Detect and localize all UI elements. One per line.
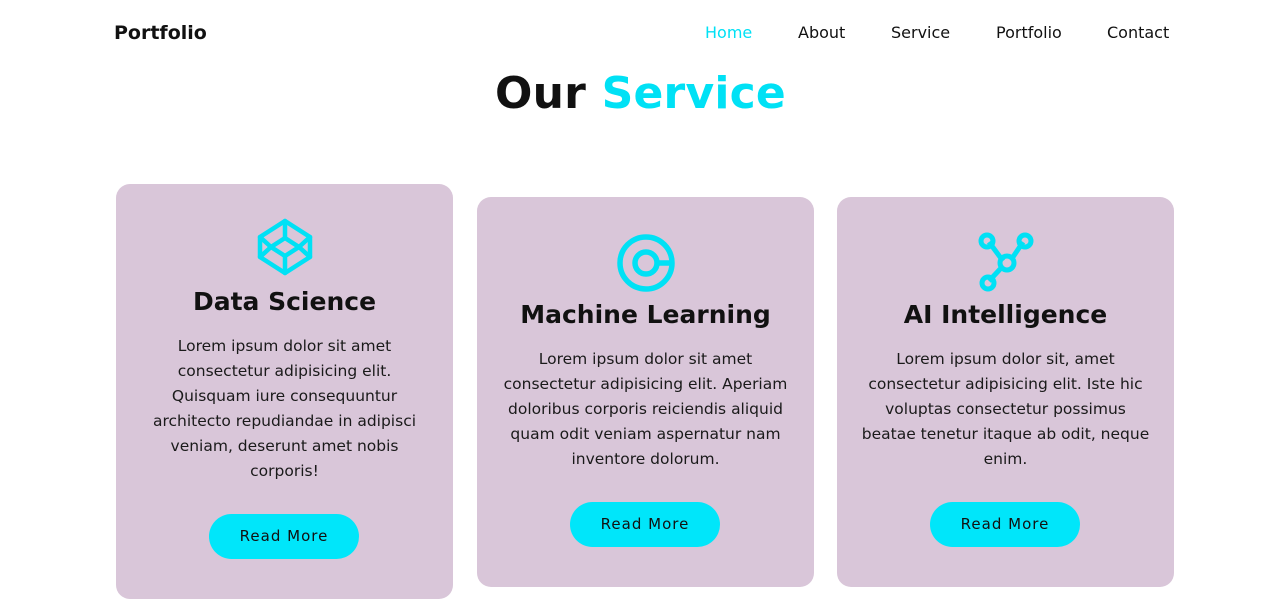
- section-title-accent: Service: [601, 68, 786, 119]
- card-title: AI Intelligence: [903, 300, 1108, 329]
- service-card-machine-learning: Machine Learning Lorem ipsum dolor sit a…: [477, 197, 814, 587]
- codepen-cube-icon: [254, 216, 316, 278]
- nav-link-service[interactable]: Service: [891, 23, 950, 42]
- nav-link-home[interactable]: Home: [705, 23, 752, 42]
- navbar: Portfolio Home About Service Portfolio C…: [0, 0, 1281, 68]
- section-title: Our Service: [0, 68, 1281, 119]
- read-more-button[interactable]: Read More: [209, 514, 359, 559]
- service-card-ai-intelligence: AI Intelligence Lorem ipsum dolor sit, a…: [837, 197, 1174, 587]
- nav-link-portfolio[interactable]: Portfolio: [996, 23, 1062, 42]
- donut-chart-icon: [615, 232, 677, 294]
- site-logo[interactable]: Portfolio: [114, 22, 207, 44]
- card-description: Lorem ipsum dolor sit, amet consectetur …: [861, 350, 1150, 468]
- service-card-data-science: Data Science Lorem ipsum dolor sit amet …: [116, 184, 453, 599]
- card-description: Lorem ipsum dolor sit amet consectetur a…: [503, 350, 788, 468]
- section-title-main: Our: [495, 68, 587, 119]
- card-title: Data Science: [192, 287, 377, 316]
- nav-link-about[interactable]: About: [798, 23, 845, 42]
- read-more-button[interactable]: Read More: [930, 502, 1080, 547]
- read-more-button[interactable]: Read More: [570, 502, 720, 547]
- nav-link-contact[interactable]: Contact: [1107, 23, 1169, 42]
- network-nodes-icon: [975, 231, 1037, 293]
- card-title: Machine Learning: [520, 300, 771, 329]
- card-description: Lorem ipsum dolor sit amet consectetur a…: [152, 337, 417, 480]
